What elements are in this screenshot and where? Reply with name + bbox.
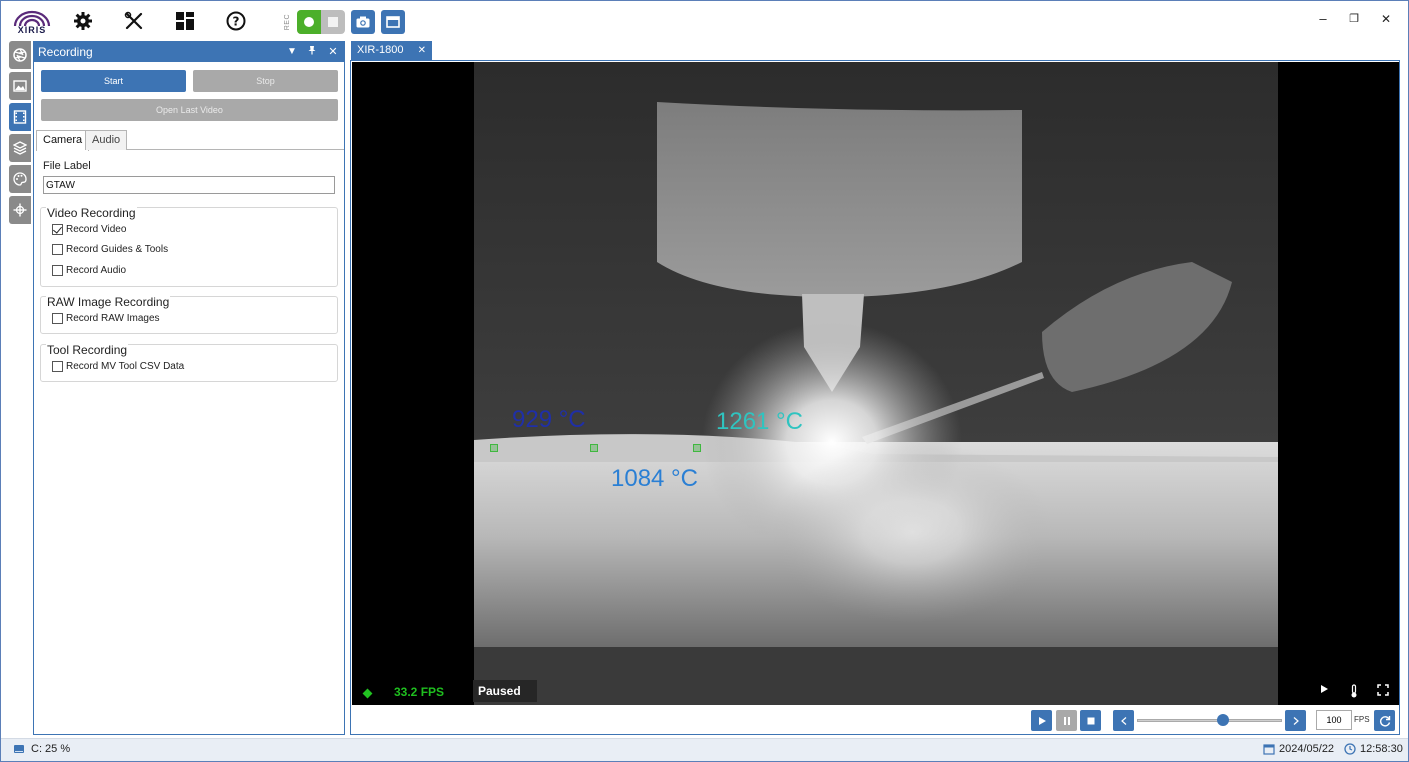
raw-recording-title: RAW Image Recording: [46, 295, 171, 309]
file-label-input[interactable]: [43, 176, 335, 194]
checkbox[interactable]: [52, 264, 63, 276]
drive-icon: [13, 743, 25, 755]
calendar-icon: [1263, 743, 1275, 755]
checkbox-checked[interactable]: [52, 223, 63, 235]
video-recording-group: Video Recording Record Video Record Guid…: [40, 206, 338, 287]
record-mv-tool-label: Record MV Tool CSV Data: [66, 360, 185, 372]
record-stop-icon[interactable]: [321, 10, 345, 34]
current-date: 2024/05/22: [1279, 743, 1335, 755]
xiris-logo: XIRIS: [13, 9, 51, 35]
refresh-icon[interactable]: [1374, 710, 1395, 731]
checkbox[interactable]: [52, 360, 63, 372]
camera-tab-label: XIR-1800: [357, 44, 404, 56]
fps-readout: 33.2 FPS: [394, 685, 445, 699]
stop-playback-button[interactable]: [1080, 710, 1101, 731]
playback-controls: FPS: [351, 706, 1399, 734]
temperature-label-1261[interactable]: 1261 °C: [716, 408, 803, 436]
record-video-label: Record Video: [66, 223, 127, 235]
record-raw-checkbox[interactable]: Record RAW Images: [52, 311, 160, 325]
stop-button[interactable]: Stop: [193, 70, 338, 92]
record-audio-label: Record Audio: [66, 264, 127, 276]
tool-recording-group: Tool Recording Record MV Tool CSV Data: [40, 343, 338, 382]
record-video-checkbox[interactable]: Record Video: [52, 222, 126, 236]
measure-point-3[interactable]: [693, 444, 701, 452]
current-time: 12:58:30: [1360, 743, 1403, 755]
play-button[interactable]: [1031, 710, 1052, 731]
play-overlay-icon[interactable]: [1319, 684, 1333, 698]
panel-dropdown-icon[interactable]: ▼: [285, 45, 299, 59]
help-icon[interactable]: ?: [226, 11, 246, 31]
playback-status-badge: Paused: [473, 680, 537, 702]
panel-header: Recording ▼ ✕: [34, 42, 344, 62]
tab-audio[interactable]: Audio: [85, 130, 128, 150]
pause-button[interactable]: [1056, 710, 1077, 731]
video-viewer: 929 °C 1261 °C 1084 °C 33.2 FPS Paused 1…: [350, 60, 1400, 735]
video-recording-title: Video Recording: [46, 206, 137, 220]
minimize-button[interactable]: –: [1315, 11, 1331, 27]
time-status: 12:58:30: [1344, 743, 1403, 755]
film-icon[interactable]: [9, 103, 31, 131]
rec-label: REC: [284, 14, 291, 31]
clock-icon: [1344, 743, 1356, 755]
playback-slider-thumb[interactable]: [1217, 714, 1229, 726]
weld-scene-image: [474, 62, 1278, 705]
tab-close-icon[interactable]: ✕: [418, 41, 426, 60]
checkbox[interactable]: [52, 243, 63, 255]
record-mv-tool-checkbox[interactable]: Record MV Tool CSV Data: [52, 359, 184, 373]
top-toolbar: XIRIS ? REC – ❐ ✕: [1, 1, 1408, 39]
record-toggle[interactable]: [297, 10, 345, 34]
start-button[interactable]: Start: [41, 70, 186, 92]
app-window: XIRIS ? REC – ❐ ✕ Recording ▼ ✕ Start St…: [0, 0, 1409, 762]
file-label-caption: File Label: [43, 160, 91, 172]
layout-icon[interactable]: [175, 11, 195, 31]
thermal-video-feed[interactable]: 929 °C 1261 °C 1084 °C 33.2 FPS Paused: [352, 62, 1399, 705]
record-guides-tools-checkbox[interactable]: Record Guides & Tools: [52, 242, 168, 256]
svg-text:?: ?: [233, 15, 240, 29]
layers-icon[interactable]: [9, 134, 31, 162]
raw-recording-group: RAW Image Recording Record RAW Images: [40, 295, 338, 334]
recording-panel: Recording ▼ ✕ Start Stop Open Last Video…: [33, 41, 345, 735]
cpu-status: C: 25 %: [13, 743, 70, 755]
window-icon[interactable]: [381, 10, 405, 34]
panel-title: Recording: [38, 45, 93, 59]
fullscreen-icon[interactable]: [1377, 684, 1391, 698]
aperture-icon[interactable]: [9, 41, 31, 69]
panel-tabs: Camera Audio: [36, 130, 344, 151]
side-icon-strip: [9, 41, 33, 231]
playback-slider-track[interactable]: [1137, 719, 1282, 722]
camera-icon[interactable]: [351, 10, 375, 34]
close-button[interactable]: ✕: [1378, 11, 1394, 27]
open-last-video-button[interactable]: Open Last Video: [41, 99, 338, 121]
date-status: 2024/05/22: [1263, 743, 1334, 755]
next-frame-button[interactable]: [1285, 710, 1306, 731]
record-on-icon[interactable]: [297, 10, 321, 34]
crosshair-icon[interactable]: [9, 196, 31, 224]
record-raw-label: Record RAW Images: [66, 312, 160, 324]
previous-frame-button[interactable]: [1113, 710, 1134, 731]
gear-icon[interactable]: [73, 11, 93, 31]
restore-button[interactable]: ❐: [1346, 11, 1362, 27]
temperature-label-1084[interactable]: 1084 °C: [611, 465, 698, 493]
cpu-usage: C: 25 %: [31, 743, 71, 755]
temperature-label-929[interactable]: 929 °C: [512, 406, 586, 434]
tool-recording-title: Tool Recording: [46, 343, 129, 357]
tools-icon[interactable]: [124, 11, 144, 31]
status-bar: C: 25 % 2024/05/22 12:58:30: [1, 738, 1408, 761]
tab-xir-1800[interactable]: XIR-1800 ✕: [351, 41, 432, 60]
image-icon[interactable]: [9, 72, 31, 100]
tab-camera[interactable]: Camera: [36, 130, 90, 151]
palette-icon[interactable]: [9, 165, 31, 193]
record-audio-checkbox[interactable]: Record Audio: [52, 263, 126, 277]
logo-text: XIRIS: [17, 25, 47, 35]
measure-point-2[interactable]: [590, 444, 598, 452]
thermometer-icon[interactable]: [1349, 684, 1363, 698]
fps-unit-label: FPS: [1354, 715, 1370, 724]
measure-point-1[interactable]: [490, 444, 498, 452]
playback-fps-input[interactable]: [1316, 710, 1352, 730]
checkbox[interactable]: [52, 312, 63, 324]
pin-icon[interactable]: [305, 45, 319, 59]
panel-close-icon[interactable]: ✕: [326, 45, 340, 59]
record-guides-tools-label: Record Guides & Tools: [66, 243, 169, 255]
